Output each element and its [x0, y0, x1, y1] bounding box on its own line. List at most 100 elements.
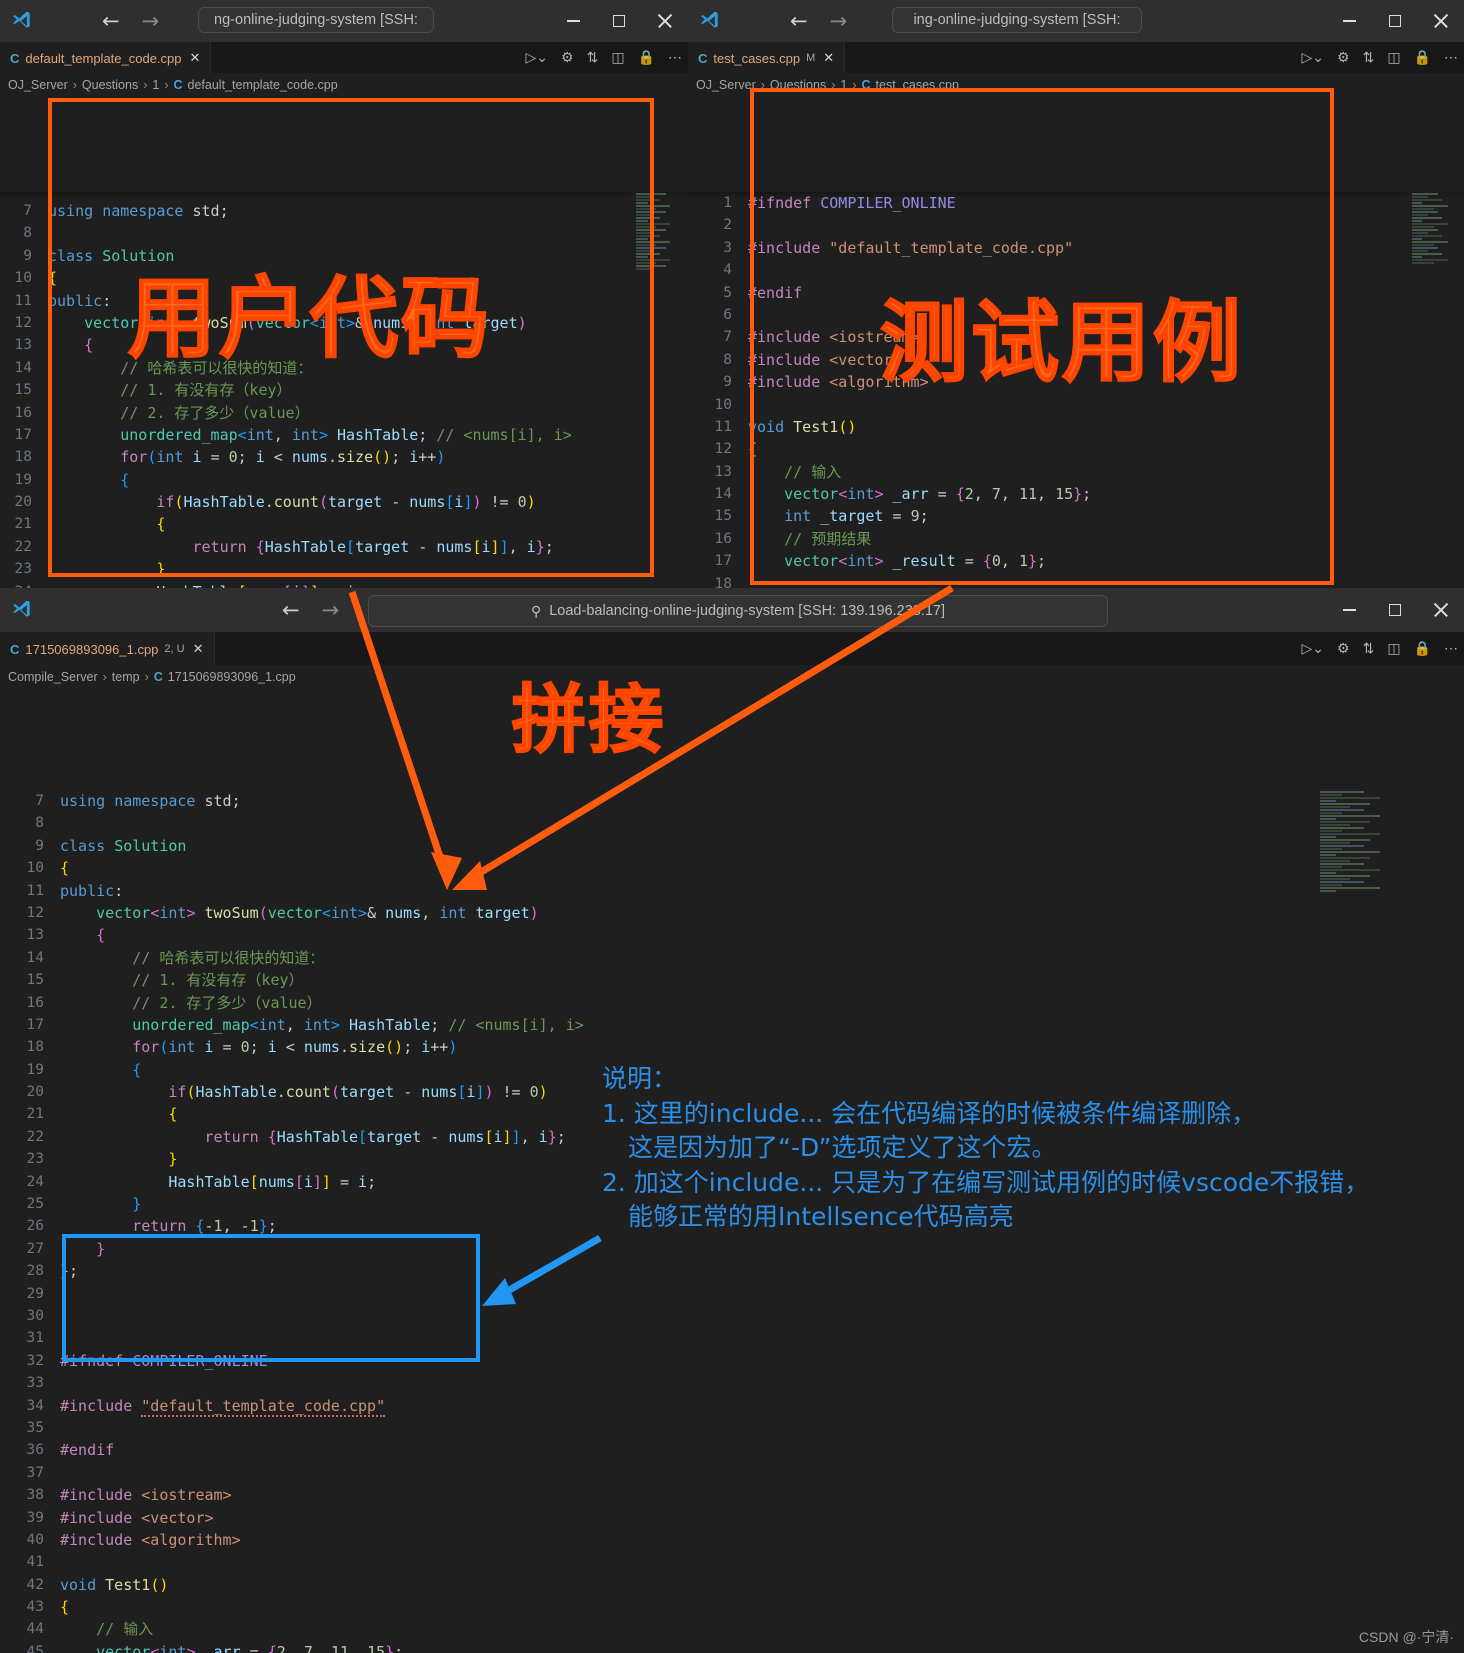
breadcrumb-item-1[interactable]: Questions — [82, 78, 138, 92]
close-icon[interactable]: ✕ — [193, 641, 204, 657]
code-line[interactable]: 16 // 2. 存了多少（value） — [0, 402, 688, 424]
code-text[interactable]: { — [60, 924, 105, 946]
code-line[interactable]: 45 vector<int> _arr = {2, 7, 11, 15}; — [0, 1641, 1464, 1653]
code-text[interactable]: class Solution — [48, 245, 174, 267]
code-line[interactable]: 33 — [0, 1372, 1464, 1394]
code-text[interactable]: #include <vector> — [748, 349, 902, 371]
code-text[interactable]: // 哈希表可以很快的知道： — [60, 947, 324, 969]
code-line[interactable]: 28}; — [0, 1260, 1464, 1282]
nav-buttons-right[interactable]: ← → — [790, 10, 847, 32]
code-text[interactable] — [748, 573, 757, 588]
tabstrip-left[interactable]: C default_template_code.cpp ✕ ▷⌄ ⚙ ⇅ ◫ 🔒… — [0, 42, 688, 73]
close-icon[interactable]: ✕ — [190, 50, 201, 66]
code-line[interactable]: 38 #include <iostream> — [0, 1484, 1464, 1506]
editor-actions-left[interactable]: ▷⌄ ⚙ ⇅ ◫ 🔒 ⋯ — [526, 42, 682, 73]
code-text[interactable] — [60, 1327, 69, 1349]
code-text[interactable]: { — [48, 469, 129, 491]
minimap-right[interactable] — [1406, 192, 1464, 588]
code-line[interactable]: 7 using namespace std; — [0, 200, 688, 222]
code-line[interactable]: 7 using namespace std; — [0, 790, 1464, 812]
code-line[interactable]: 41 — [0, 1551, 1464, 1573]
close-icon[interactable]: ✕ — [823, 50, 834, 66]
code-line[interactable]: 40 #include <algorithm> — [0, 1529, 1464, 1551]
code-text[interactable]: // 哈希表可以很快的知道： — [48, 357, 312, 379]
code-line[interactable]: 2 — [688, 214, 1464, 236]
code-text[interactable]: void Test1() — [60, 1574, 168, 1596]
nav-buttons-bottom[interactable]: ← → — [282, 599, 339, 621]
code-line[interactable]: 42 void Test1() — [0, 1574, 1464, 1596]
editor-left[interactable]: 7 using namespace std; 8 9 class Solution 10… — [0, 192, 688, 588]
code-text[interactable]: } — [48, 558, 165, 580]
breadcrumb-item-2[interactable]: 1 — [152, 78, 159, 92]
code-text[interactable]: #include "default_template_code.cpp" — [60, 1395, 386, 1417]
code-text[interactable]: { — [60, 857, 69, 879]
code-text[interactable]: using namespace std; — [60, 790, 241, 812]
tab-test-cases[interactable]: C test_cases.cpp M ✕ — [688, 42, 846, 73]
nav-buttons-left[interactable]: ← → — [102, 10, 160, 32]
code-line[interactable]: 13 { — [0, 924, 1464, 946]
code-text[interactable]: unordered_map<int, int> HashTable; // <n… — [60, 1014, 584, 1036]
code-line[interactable]: 10 — [688, 394, 1464, 416]
code-line[interactable]: 12 vector<int> twoSum(vector<int>& nums,… — [0, 312, 688, 334]
code-line[interactable]: 8 #include <vector> — [688, 349, 1464, 371]
code-text[interactable]: } — [60, 1148, 177, 1170]
code-line[interactable]: 9 class Solution — [0, 835, 1464, 857]
code-line[interactable]: 14 vector<int> _arr = {2, 7, 11, 15}; — [688, 483, 1464, 505]
window-controls-bottom[interactable] — [1326, 588, 1464, 632]
source-control-icon[interactable]: ⇅ — [587, 49, 599, 66]
code-text[interactable]: #include <vector> — [60, 1507, 214, 1529]
code-line[interactable]: 37 — [0, 1462, 1464, 1484]
quick-input-left[interactable]: ng-online-judging-system [SSH: — [198, 7, 434, 33]
close-button-right[interactable] — [1418, 0, 1464, 42]
tabstrip-bottom[interactable]: C 1715069893096_1.cpp 2, U ✕ ▷⌄ ⚙ ⇅ ◫ 🔒 … — [0, 632, 1464, 665]
code-line[interactable]: 13 // 输入 — [688, 461, 1464, 483]
code-text[interactable]: #include <iostream> — [60, 1484, 232, 1506]
maximize-button-left[interactable] — [596, 0, 642, 42]
source-control-icon[interactable]: ⇅ — [1363, 640, 1375, 657]
lock-icon[interactable]: 🔒 — [1414, 640, 1431, 657]
code-line[interactable]: 14 // 哈希表可以很快的知道： — [0, 357, 688, 379]
code-text[interactable]: // 预期结果 — [748, 528, 871, 550]
code-line[interactable]: 31 — [0, 1327, 1464, 1349]
breadcrumb-item-1[interactable]: temp — [112, 670, 140, 684]
more-actions-icon[interactable]: ⋯ — [1444, 49, 1458, 66]
code-text[interactable] — [60, 1372, 69, 1394]
breadcrumb-item-0[interactable]: OJ_Server — [8, 78, 68, 92]
code-line[interactable]: 15 // 1. 有没有存（key） — [0, 969, 1464, 991]
code-text[interactable]: vector<int> _arr = {2, 7, 11, 15}; — [748, 483, 1091, 505]
code-text[interactable]: // 2. 存了多少（value） — [48, 402, 309, 424]
code-text[interactable]: vector<int> twoSum(vector<int>& nums, in… — [60, 902, 539, 924]
code-line[interactable]: 20 if(HashTable.count(target - nums[i]) … — [0, 491, 688, 513]
forward-arrow-icon[interactable]: → — [142, 10, 160, 32]
code-line[interactable]: 3 #include "default_template_code.cpp" — [688, 237, 1464, 259]
code-line[interactable]: 35 — [0, 1417, 1464, 1439]
code-line[interactable]: 17 unordered_map<int, int> HashTable; //… — [0, 1014, 1464, 1036]
split-editor-icon[interactable]: ◫ — [611, 49, 624, 66]
code-line[interactable]: 12 vector<int> twoSum(vector<int>& nums,… — [0, 902, 1464, 924]
code-line[interactable]: 10 { — [0, 857, 1464, 879]
vscode-window-right[interactable]: ← → ing-online-judging-system [SSH: C te… — [688, 0, 1464, 588]
code-text[interactable] — [748, 394, 757, 416]
code-text[interactable]: } — [60, 1193, 141, 1215]
code-line[interactable]: 9 #include <algorithm> — [688, 371, 1464, 393]
code-text[interactable] — [748, 214, 757, 236]
code-text[interactable]: #include "default_template_code.cpp" — [748, 237, 1073, 259]
code-line[interactable]: 13 { — [0, 334, 688, 356]
code-text[interactable]: { — [48, 334, 93, 356]
breadcrumb-item-1[interactable]: Questions — [770, 78, 826, 92]
gear-icon[interactable]: ⚙ — [561, 49, 574, 66]
code-line[interactable]: 8 — [0, 222, 688, 244]
code-text[interactable]: { — [748, 438, 757, 460]
code-text[interactable] — [60, 1551, 69, 1573]
code-text[interactable]: for(int i = 0; i < nums.size(); i++) — [60, 1036, 457, 1058]
gear-icon[interactable]: ⚙ — [1337, 640, 1350, 657]
breadcrumb-item-2[interactable]: 1715069893096_1.cpp — [168, 670, 296, 684]
maximize-button-right[interactable] — [1372, 0, 1418, 42]
code-line[interactable]: 29 — [0, 1283, 1464, 1305]
back-arrow-icon[interactable]: ← — [790, 10, 808, 32]
code-text[interactable]: int _target = 9; — [748, 505, 929, 527]
code-line[interactable]: 17 unordered_map<int, int> HashTable; //… — [0, 424, 688, 446]
window-controls-right[interactable] — [1326, 0, 1464, 42]
quick-input-bottom[interactable]: ⚲ Load-balancing-online-judging-system [… — [368, 595, 1108, 627]
code-line[interactable]: 36 #endif — [0, 1439, 1464, 1461]
